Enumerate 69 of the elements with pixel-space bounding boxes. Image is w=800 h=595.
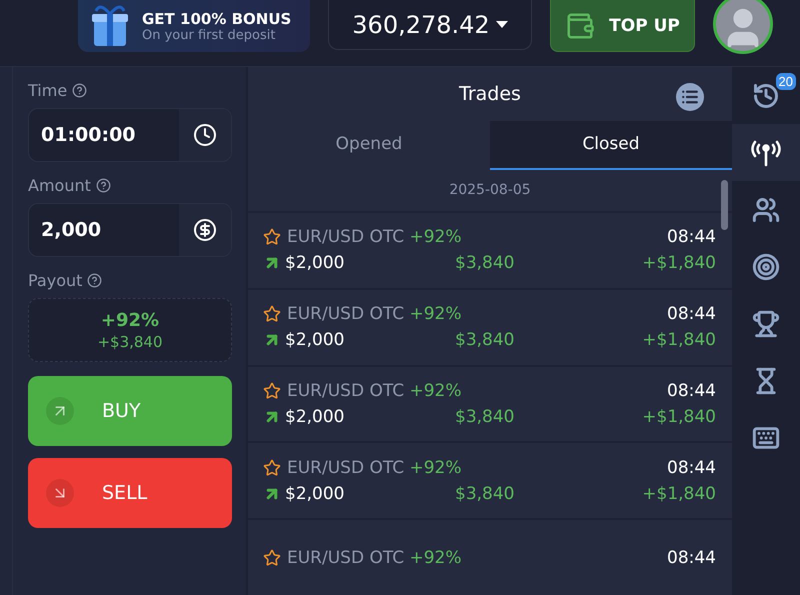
field-label: Amount (28, 176, 232, 195)
balance-dropdown[interactable]: 360,278.42 (328, 0, 532, 50)
amount-field[interactable]: 2,000 (28, 203, 232, 257)
asset-name: EUR/USD OTC (287, 458, 404, 478)
trade-amount: $2,000 (285, 407, 346, 428)
asset-payout: +92% (410, 381, 462, 402)
trade-time: 08:44 (667, 458, 716, 478)
trade-result: $3,840 (455, 330, 514, 350)
asset-payout: +92% (410, 304, 462, 324)
asset-name: EUR/USD OTC (287, 304, 404, 324)
asset-payout: +92% (410, 458, 462, 478)
sidebar-button[interactable] (732, 124, 800, 181)
payout-amount: +$3,840 (97, 332, 163, 350)
star-icon[interactable] (263, 458, 281, 477)
bonus-banner[interactable]: GET 100% BONUS On your first deposit (78, 0, 310, 52)
trade-time: 08:44 (667, 381, 716, 402)
star-icon[interactable] (263, 548, 281, 567)
trade-profit: +$1,840 (642, 407, 716, 428)
trade-time: 08:44 (667, 304, 716, 324)
people-icon (752, 196, 780, 224)
scrollbar-thumb[interactable] (721, 180, 728, 230)
bonus-title: GET 100% BONUS (142, 10, 292, 28)
trade-time: 08:44 (667, 227, 716, 248)
count-badge: 20 (776, 73, 796, 90)
help-icon[interactable] (72, 83, 88, 98)
tab[interactable]: Closed (490, 121, 732, 170)
field-label: Payout (28, 271, 232, 290)
star-icon[interactable] (263, 305, 281, 324)
asset-name: EUR/USD OTC (287, 381, 404, 402)
trade-amount: $2,000 (285, 484, 346, 504)
time-input[interactable]: 01:00:00 (29, 109, 179, 161)
asset-payout: +92% (410, 548, 462, 568)
trade-amount: $2,000 (285, 330, 346, 350)
asset-name: EUR/USD OTC (287, 548, 404, 568)
trade-result: $3,840 (455, 484, 514, 504)
clock-button[interactable] (179, 109, 231, 161)
trade-time: 08:44 (667, 548, 716, 568)
history-icon (752, 82, 780, 110)
time-field[interactable]: 01:00:00 (28, 108, 232, 162)
target-icon (752, 252, 780, 280)
trade-profit: +$1,840 (642, 484, 716, 504)
help-icon[interactable] (96, 178, 111, 193)
trade-result: $3,840 (455, 407, 514, 428)
star-icon[interactable] (263, 228, 281, 246)
bonus-subtitle: On your first deposit (142, 28, 276, 42)
currency-button[interactable] (179, 204, 231, 256)
asset-payout: +92% (410, 227, 462, 248)
caret-icon (496, 21, 508, 28)
panel-title: Trades (459, 83, 521, 106)
help-icon[interactable] (87, 273, 102, 288)
wallet-icon (565, 10, 596, 40)
dollar-icon (193, 218, 217, 242)
sell-button[interactable]: SELL (28, 458, 232, 528)
payout-percent: +92% (100, 310, 160, 330)
list-icon (681, 88, 699, 106)
trade-amount: $2,000 (285, 253, 346, 274)
trade-profit: +$1,840 (642, 253, 716, 274)
trade-profit: +$1,840 (642, 330, 716, 350)
clock-icon (193, 123, 217, 147)
avatar[interactable] (713, 0, 773, 54)
field-label: Time (28, 81, 232, 100)
star-icon[interactable] (263, 382, 281, 400)
amount-input[interactable]: 2,000 (29, 204, 179, 256)
antenna-icon (751, 138, 781, 166)
top-up-button[interactable]: TOP UP (550, 0, 695, 52)
trade-result: $3,840 (455, 253, 514, 274)
trophy-icon (752, 310, 780, 338)
list-button[interactable] (676, 83, 704, 111)
asset-name: EUR/USD OTC (287, 227, 404, 248)
